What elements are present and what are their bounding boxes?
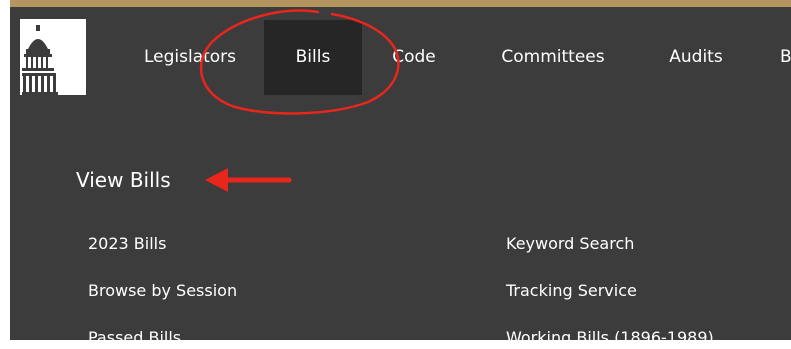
link-2023-bills[interactable]: 2023 Bills <box>88 233 166 255</box>
nav-tab-committees[interactable]: Committees <box>492 20 614 95</box>
capitol-building-icon[interactable] <box>20 19 86 95</box>
nav-tab-partial[interactable]: B <box>780 20 791 95</box>
nav-tab-bills[interactable]: Bills <box>264 20 362 95</box>
link-working-bills[interactable]: Working Bills (1896-1989) <box>506 327 714 349</box>
top-accent-bar <box>10 0 791 7</box>
link-tracking-service[interactable]: Tracking Service <box>506 280 637 302</box>
nav-tab-code[interactable]: Code <box>382 20 446 95</box>
nav-tab-legislators[interactable]: Legislators <box>133 20 247 95</box>
menu-heading: View Bills <box>76 168 171 192</box>
link-browse-by-session[interactable]: Browse by Session <box>88 280 237 302</box>
link-passed-bills[interactable]: Passed Bills <box>88 327 181 349</box>
link-keyword-search[interactable]: Keyword Search <box>506 233 634 255</box>
nav-tab-audits[interactable]: Audits <box>658 20 734 95</box>
